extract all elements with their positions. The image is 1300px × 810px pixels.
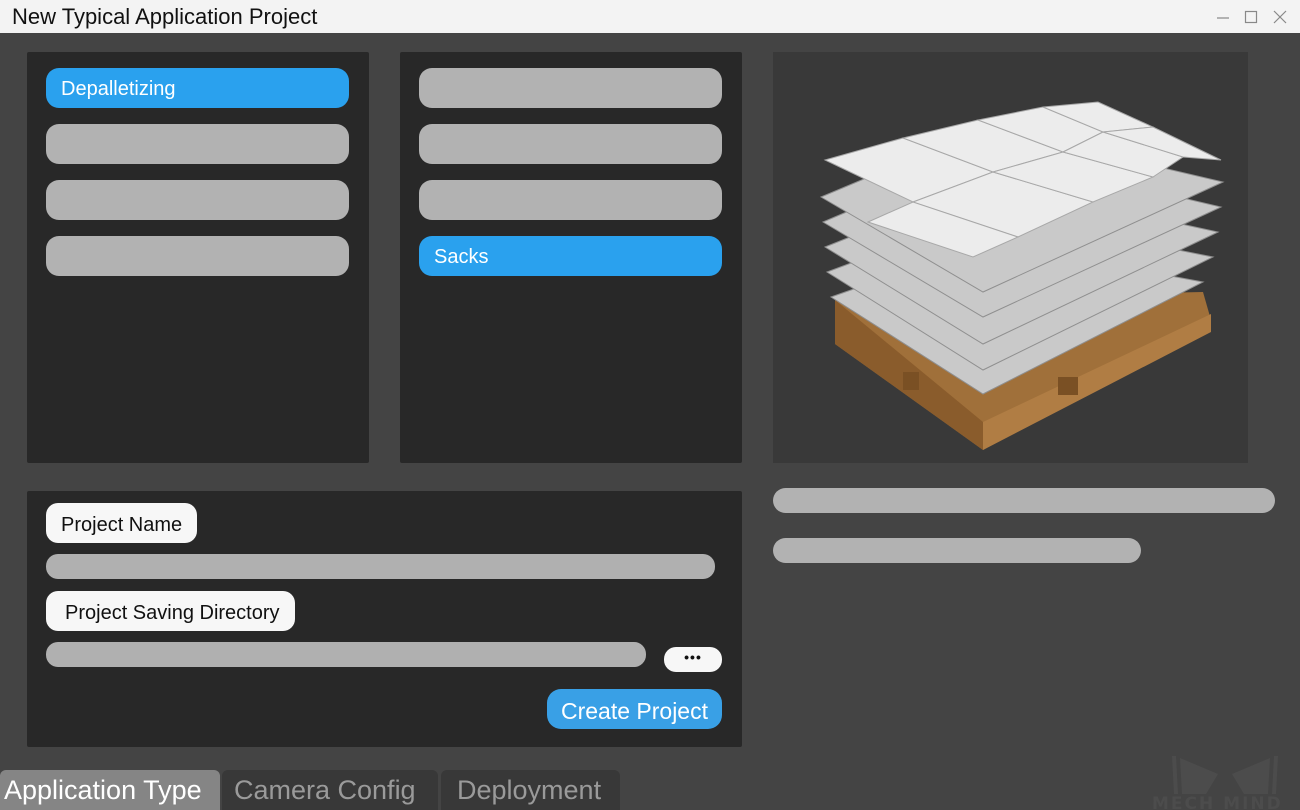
sacks-on-pallet-image — [819, 101, 1225, 450]
description-line — [773, 488, 1275, 513]
tab-camera-config[interactable]: Camera Config — [222, 770, 438, 810]
watermark-text: MECH MIND — [1152, 794, 1283, 810]
minimize-icon — [1217, 17, 1229, 19]
mech-mind-logo-icon: MECH MIND — [1152, 756, 1283, 810]
title-bar: New Typical Application Project — [0, 0, 1300, 33]
project-name-input[interactable] — [46, 554, 715, 579]
application-item[interactable] — [46, 124, 349, 164]
object-type-panel: Sacks — [400, 52, 742, 463]
tab-application-type[interactable]: Application Type — [0, 770, 220, 810]
object-item-label: Sacks — [434, 246, 489, 268]
object-item[interactable] — [419, 180, 722, 220]
close-button[interactable] — [1269, 6, 1291, 28]
mech-mind-logo: MECH MIND — [1150, 752, 1300, 810]
object-item-sacks[interactable]: Sacks — [419, 236, 722, 276]
application-item[interactable] — [46, 180, 349, 220]
project-name-label: Project Name — [46, 503, 198, 543]
more-icon: ••• — [684, 649, 702, 665]
close-icon — [1273, 10, 1287, 24]
application-item-label: Depalletizing — [61, 78, 176, 100]
application-type-panel: Depalletizing — [27, 52, 369, 463]
maximize-icon — [1244, 10, 1258, 24]
minimize-button[interactable] — [1212, 6, 1234, 28]
create-project-button[interactable]: Create Project — [547, 689, 722, 729]
project-directory-input[interactable] — [46, 642, 646, 667]
preview-image — [773, 52, 1248, 463]
application-item-depalletizing[interactable]: Depalletizing — [46, 68, 349, 108]
window-title: New Typical Application Project — [12, 4, 318, 29]
tab-deployment[interactable]: Deployment — [441, 770, 620, 810]
maximize-button[interactable] — [1240, 6, 1262, 28]
browse-directory-button[interactable]: ••• — [664, 647, 722, 672]
object-item[interactable] — [419, 68, 722, 108]
application-item[interactable] — [46, 236, 349, 276]
project-directory-label: Project Saving Directory — [46, 591, 295, 631]
object-item[interactable] — [419, 124, 722, 164]
description-line — [773, 538, 1141, 563]
